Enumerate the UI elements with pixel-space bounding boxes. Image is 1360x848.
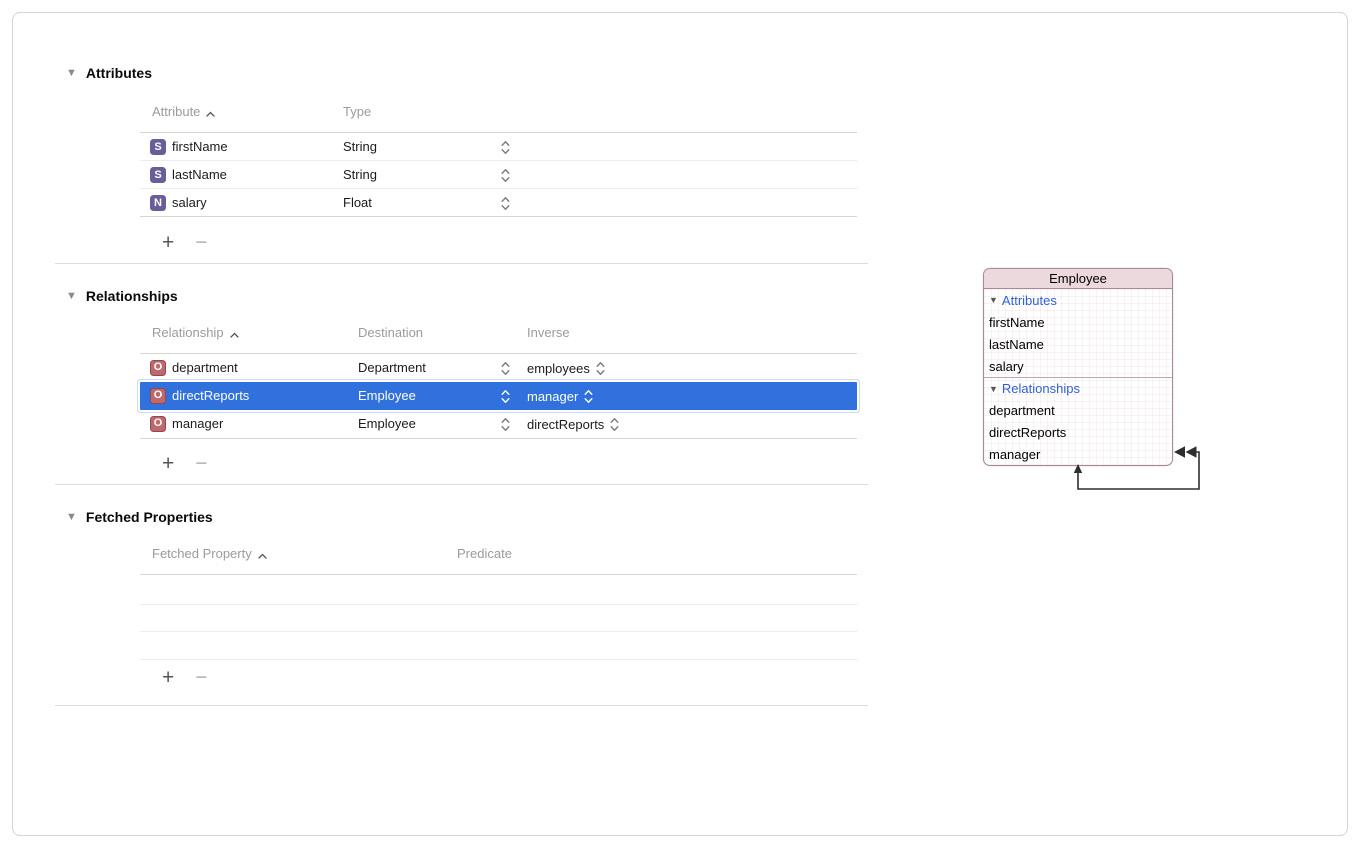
destination-popup-stepper-icon[interactable]: [501, 389, 510, 404]
column-header-attribute[interactable]: Attribute: [152, 104, 215, 120]
remove-relationship-button[interactable]: −: [195, 452, 207, 476]
destination-value[interactable]: Department: [358, 354, 426, 382]
attribute-name[interactable]: firstName: [172, 133, 228, 161]
sort-ascending-icon: [258, 553, 267, 559]
section-title: Attributes: [86, 65, 152, 81]
entity-attribute-item[interactable]: salary: [984, 355, 1172, 377]
table-divider: [140, 438, 857, 439]
disclosure-triangle-icon[interactable]: ▼: [989, 295, 998, 305]
add-fetched-property-button[interactable]: +: [162, 666, 174, 690]
attribute-row[interactable]: N salary Float: [140, 189, 857, 217]
relationship-badge: O: [150, 360, 166, 376]
section-divider: [55, 705, 868, 706]
entity-attribute-item[interactable]: lastName: [984, 333, 1172, 355]
disclosure-triangle-icon[interactable]: ▼: [66, 64, 77, 82]
entity-attribute-item[interactable]: firstName: [984, 311, 1172, 333]
to-many-arrowhead-icon: [1174, 446, 1185, 458]
type-popup-stepper-icon[interactable]: [501, 140, 510, 155]
attributes-add-remove-controls: + −: [162, 231, 208, 255]
entity-body: ▼ Attributes firstName lastName salary ▼…: [984, 289, 1172, 465]
destination-value[interactable]: Employee: [358, 410, 416, 438]
inverse-popup-stepper-icon[interactable]: [584, 389, 593, 404]
column-header-fetched-property[interactable]: Fetched Property: [152, 546, 267, 562]
empty-row-divider: [140, 631, 857, 632]
empty-row-divider: [140, 659, 857, 660]
relationships-add-remove-controls: + −: [162, 452, 208, 476]
relationship-name[interactable]: directReports: [172, 382, 249, 410]
relationship-name[interactable]: manager: [172, 410, 223, 438]
add-attribute-button[interactable]: +: [162, 231, 174, 255]
section-divider: [55, 263, 868, 264]
destination-popup-stepper-icon[interactable]: [501, 361, 510, 376]
attribute-type-value[interactable]: String: [343, 161, 377, 189]
attribute-type-value[interactable]: Float: [343, 189, 372, 217]
relationships-section-header: ▼ Relationships: [66, 287, 178, 305]
sort-ascending-icon: [230, 332, 239, 338]
section-title: Relationships: [86, 288, 178, 304]
self-relationship-arrow[interactable]: [1070, 440, 1210, 496]
entity-title[interactable]: Employee: [984, 269, 1172, 289]
section-title: Fetched Properties: [86, 509, 213, 525]
attribute-type-badge: S: [150, 139, 166, 155]
column-header-destination[interactable]: Destination: [358, 325, 423, 341]
remove-fetched-property-button[interactable]: −: [195, 666, 207, 690]
table-divider: [140, 574, 857, 575]
section-divider: [55, 484, 868, 485]
disclosure-triangle-icon[interactable]: ▼: [989, 384, 998, 394]
column-header-inverse[interactable]: Inverse: [527, 325, 570, 341]
entity-relationships-section-row[interactable]: ▼ Relationships: [984, 377, 1172, 399]
relationship-row[interactable]: O department Department employees: [140, 354, 857, 382]
attribute-type-value[interactable]: String: [343, 133, 377, 161]
column-header-predicate[interactable]: Predicate: [457, 546, 512, 562]
inverse-value[interactable]: directReports: [527, 417, 604, 432]
relationship-badge: O: [150, 388, 166, 404]
fetched-add-remove-controls: + −: [162, 666, 208, 690]
fetched-properties-section-header: ▼ Fetched Properties: [66, 508, 213, 526]
type-popup-stepper-icon[interactable]: [501, 196, 510, 211]
inverse-value[interactable]: employees: [527, 361, 590, 376]
destination-value[interactable]: Employee: [358, 382, 416, 410]
inverse-popup-stepper-icon[interactable]: [596, 361, 605, 376]
relationship-badge: O: [150, 416, 166, 432]
column-header-type[interactable]: Type: [343, 104, 371, 120]
attribute-name[interactable]: lastName: [172, 161, 227, 189]
column-header-relationship[interactable]: Relationship: [152, 325, 239, 341]
type-popup-stepper-icon[interactable]: [501, 168, 510, 183]
table-divider: [140, 216, 857, 217]
sort-ascending-icon: [206, 111, 215, 117]
to-many-arrowhead-icon: [1186, 446, 1197, 458]
attribute-type-badge: S: [150, 167, 166, 183]
relationship-name[interactable]: department: [172, 354, 238, 382]
empty-row-divider: [140, 604, 857, 605]
destination-popup-stepper-icon[interactable]: [501, 417, 510, 432]
attribute-type-badge: N: [150, 195, 166, 211]
inverse-value[interactable]: manager: [527, 389, 578, 404]
add-relationship-button[interactable]: +: [162, 452, 174, 476]
relationship-row[interactable]: O directReports Employee manager: [140, 382, 857, 410]
disclosure-triangle-icon[interactable]: ▼: [66, 508, 77, 526]
entity-relationship-item[interactable]: department: [984, 399, 1172, 421]
attributes-section-header: ▼ Attributes: [66, 64, 152, 82]
attribute-row[interactable]: S lastName String: [140, 161, 857, 189]
disclosure-triangle-icon[interactable]: ▼: [66, 287, 77, 305]
inverse-popup-stepper-icon[interactable]: [610, 417, 619, 432]
entity-card-employee[interactable]: Employee ▼ Attributes firstName lastName…: [983, 268, 1173, 466]
attribute-name[interactable]: salary: [172, 189, 207, 217]
attribute-row[interactable]: S firstName String: [140, 133, 857, 161]
arrowhead-up-icon: [1074, 464, 1082, 473]
entity-attributes-section-row[interactable]: ▼ Attributes: [984, 289, 1172, 311]
relationship-row[interactable]: O manager Employee directReports: [140, 410, 857, 438]
remove-attribute-button[interactable]: −: [195, 231, 207, 255]
